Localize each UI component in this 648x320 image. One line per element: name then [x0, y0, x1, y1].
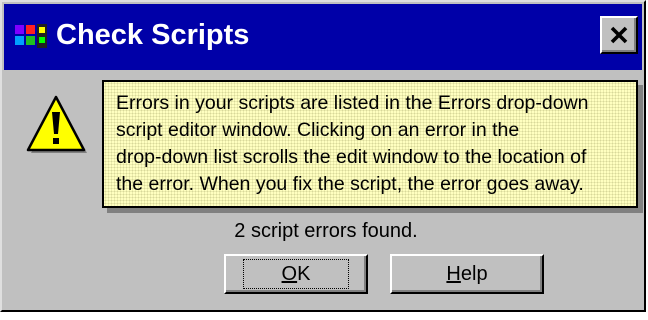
- message-line: Errors in your scripts are listed in the…: [116, 92, 589, 114]
- title-bar[interactable]: Check Scripts: [4, 4, 642, 70]
- message-box: Errors in your scripts are listed in the…: [102, 80, 638, 208]
- warning-icon: [26, 95, 87, 153]
- ok-button[interactable]: OK: [224, 254, 368, 294]
- check-scripts-dialog: Check Scripts Errors in your scripts are…: [0, 0, 646, 312]
- ok-mnemonic: O: [281, 263, 298, 285]
- message-line: script editor window. Clicking on an err…: [116, 119, 520, 141]
- ok-focus-rect: OK: [242, 259, 350, 289]
- help-label-rest: elp: [460, 262, 488, 285]
- message-line: the error. When you fix the script, the …: [116, 173, 584, 195]
- check-scripts-app-icon: [15, 24, 47, 48]
- close-button[interactable]: [600, 16, 638, 54]
- ok-label-rest: K: [297, 263, 311, 285]
- help-mnemonic: H: [446, 262, 461, 285]
- message-line: drop-down list scrolls the edit window t…: [116, 146, 587, 168]
- close-icon: [610, 26, 628, 44]
- help-button[interactable]: Help: [390, 254, 544, 294]
- status-text: 2 script errors found.: [234, 220, 418, 242]
- dialog-title: Check Scripts: [56, 19, 250, 51]
